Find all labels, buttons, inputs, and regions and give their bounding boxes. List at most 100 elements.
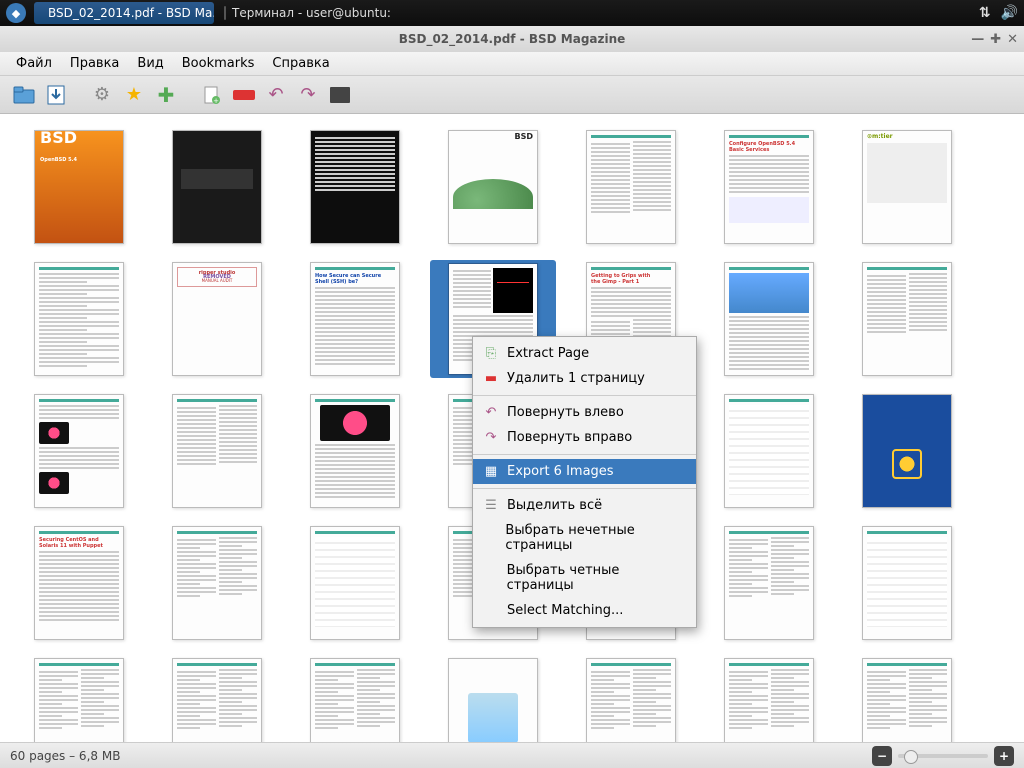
select-all-icon: ☰ [483, 498, 499, 513]
xfce-menu-icon[interactable] [6, 3, 26, 23]
ctx-select-all[interactable]: ☰Выделить всё [473, 493, 696, 518]
ctx-select-odd[interactable]: Выбрать нечетные страницы [473, 518, 696, 558]
page-preview [34, 394, 124, 508]
bookmark-button[interactable]: ★ [120, 81, 148, 109]
ctx-rotate-left[interactable]: ↶Повернуть влево [473, 400, 696, 425]
taskbar-item-terminal[interactable]: Терминал - user@ubuntu: ~ [216, 2, 396, 24]
taskbar-label: BSD_02_2014.pdf - BSD Ma... [48, 6, 214, 20]
page-preview [172, 130, 262, 244]
save-button[interactable] [42, 81, 70, 109]
page-preview [724, 394, 814, 508]
page-thumb[interactable] [292, 128, 418, 246]
page-preview [310, 526, 400, 640]
add-button[interactable]: ✚ [152, 81, 180, 109]
page-preview [172, 526, 262, 640]
page-preview [172, 394, 262, 508]
page-preview [724, 526, 814, 640]
status-text: 60 pages – 6,8 MB [10, 749, 120, 763]
page-preview [586, 658, 676, 742]
page-preview [310, 394, 400, 508]
page-thumb[interactable]: Configure OpenBSD 5.4Basic Services [706, 128, 832, 246]
page-thumb[interactable] [154, 392, 280, 510]
page-thumb[interactable] [430, 656, 556, 742]
window-title: BSD_02_2014.pdf - BSD Magazine [399, 32, 626, 46]
page-thumb[interactable] [844, 524, 970, 642]
maximize-button[interactable]: ✚ [990, 32, 1001, 47]
statusbar: 60 pages – 6,8 MB − + [0, 742, 1024, 768]
page-thumb[interactable]: Securing CentOS andSolaris 11 with Puppe… [16, 524, 142, 642]
menu-view[interactable]: Вид [129, 53, 171, 74]
page-thumb[interactable] [706, 260, 832, 378]
page-thumb[interactable]: ripper studioREMOVEDMANUAL AUDIT [154, 260, 280, 378]
page-thumb[interactable]: BSDOpenBSD 5.4 [16, 128, 142, 246]
page-preview [310, 130, 400, 244]
export-icon: ▦ [483, 464, 499, 479]
zoom-in-button[interactable]: + [994, 746, 1014, 766]
ctx-delete-page[interactable]: ▬Удалить 1 страницу [473, 366, 696, 391]
delete-button[interactable] [230, 81, 258, 109]
page-preview: Securing CentOS andSolaris 11 with Puppe… [34, 526, 124, 640]
zoom-out-button[interactable]: − [872, 746, 892, 766]
page-thumb[interactable] [844, 392, 970, 510]
ctx-extract-page[interactable]: ⎘Extract Page [473, 341, 696, 366]
page-thumb[interactable] [706, 656, 832, 742]
menu-edit[interactable]: Правка [62, 53, 127, 74]
page-preview: How Secure can SecureShell (SSH) be? [310, 262, 400, 376]
page-thumb[interactable] [292, 656, 418, 742]
page-preview [172, 658, 262, 742]
page-preview [862, 526, 952, 640]
rotate-right-button[interactable]: ↷ [294, 81, 322, 109]
settings-button[interactable]: ⚙ [88, 81, 116, 109]
page-thumb[interactable] [568, 656, 694, 742]
page-preview [724, 658, 814, 742]
page-thumb[interactable]: ⊙m:tier [844, 128, 970, 246]
zoom-slider[interactable] [898, 754, 988, 758]
new-page-button[interactable]: + [198, 81, 226, 109]
page-preview [34, 262, 124, 376]
page-thumb[interactable]: How Secure can SecureShell (SSH) be? [292, 260, 418, 378]
svg-text:+: + [213, 97, 219, 105]
volume-icon[interactable]: 🔊 [1001, 5, 1018, 21]
ctx-rotate-right[interactable]: ↷Повернуть вправо [473, 425, 696, 450]
menu-file[interactable]: Файл [8, 53, 60, 74]
taskbar-item-pdf[interactable]: BSD_02_2014.pdf - BSD Ma... [34, 2, 214, 24]
page-thumb[interactable] [844, 260, 970, 378]
page-preview [34, 658, 124, 742]
page-preview: BSDOpenBSD 5.4 [34, 130, 124, 244]
page-thumb[interactable] [292, 392, 418, 510]
page-thumb[interactable] [16, 260, 142, 378]
network-icon[interactable]: ⇅ [979, 5, 991, 21]
page-thumb[interactable] [844, 656, 970, 742]
page-thumb[interactable]: BSD [430, 128, 556, 246]
ctx-export-images[interactable]: ▦Export 6 Images [473, 459, 696, 484]
page-thumb[interactable] [706, 392, 832, 510]
system-panel: BSD_02_2014.pdf - BSD Ma... Терминал - u… [0, 0, 1024, 26]
rotate-left-icon: ↶ [483, 405, 499, 420]
context-menu: ⎘Extract Page ▬Удалить 1 страницу ↶Повер… [472, 336, 697, 628]
open-button[interactable] [10, 81, 38, 109]
page-thumb[interactable] [154, 524, 280, 642]
ctx-select-matching[interactable]: Select Matching... [473, 598, 696, 623]
page-thumb[interactable] [154, 656, 280, 742]
page-preview: ripper studioREMOVEDMANUAL AUDIT [172, 262, 262, 376]
page-thumb[interactable] [292, 524, 418, 642]
page-thumb[interactable] [16, 392, 142, 510]
menu-help[interactable]: Справка [264, 53, 337, 74]
page-thumb[interactable] [16, 656, 142, 742]
minimize-button[interactable]: — [971, 32, 984, 47]
page-thumb[interactable] [154, 128, 280, 246]
close-button[interactable]: ✕ [1007, 32, 1018, 47]
menu-bookmarks[interactable]: Bookmarks [174, 53, 263, 74]
export-button[interactable] [326, 81, 354, 109]
page-thumb[interactable] [706, 524, 832, 642]
titlebar[interactable]: BSD_02_2014.pdf - BSD Magazine — ✚ ✕ [0, 26, 1024, 52]
extract-icon: ⎘ [483, 346, 499, 361]
rotate-right-icon: ↷ [483, 430, 499, 445]
page-thumb[interactable] [568, 128, 694, 246]
menubar: Файл Правка Вид Bookmarks Справка [0, 52, 1024, 76]
page-preview: ⊙m:tier [862, 130, 952, 244]
page-preview: Configure OpenBSD 5.4Basic Services [724, 130, 814, 244]
rotate-left-button[interactable]: ↶ [262, 81, 290, 109]
delete-icon: ▬ [483, 371, 499, 386]
ctx-select-even[interactable]: Выбрать четные страницы [473, 558, 696, 598]
